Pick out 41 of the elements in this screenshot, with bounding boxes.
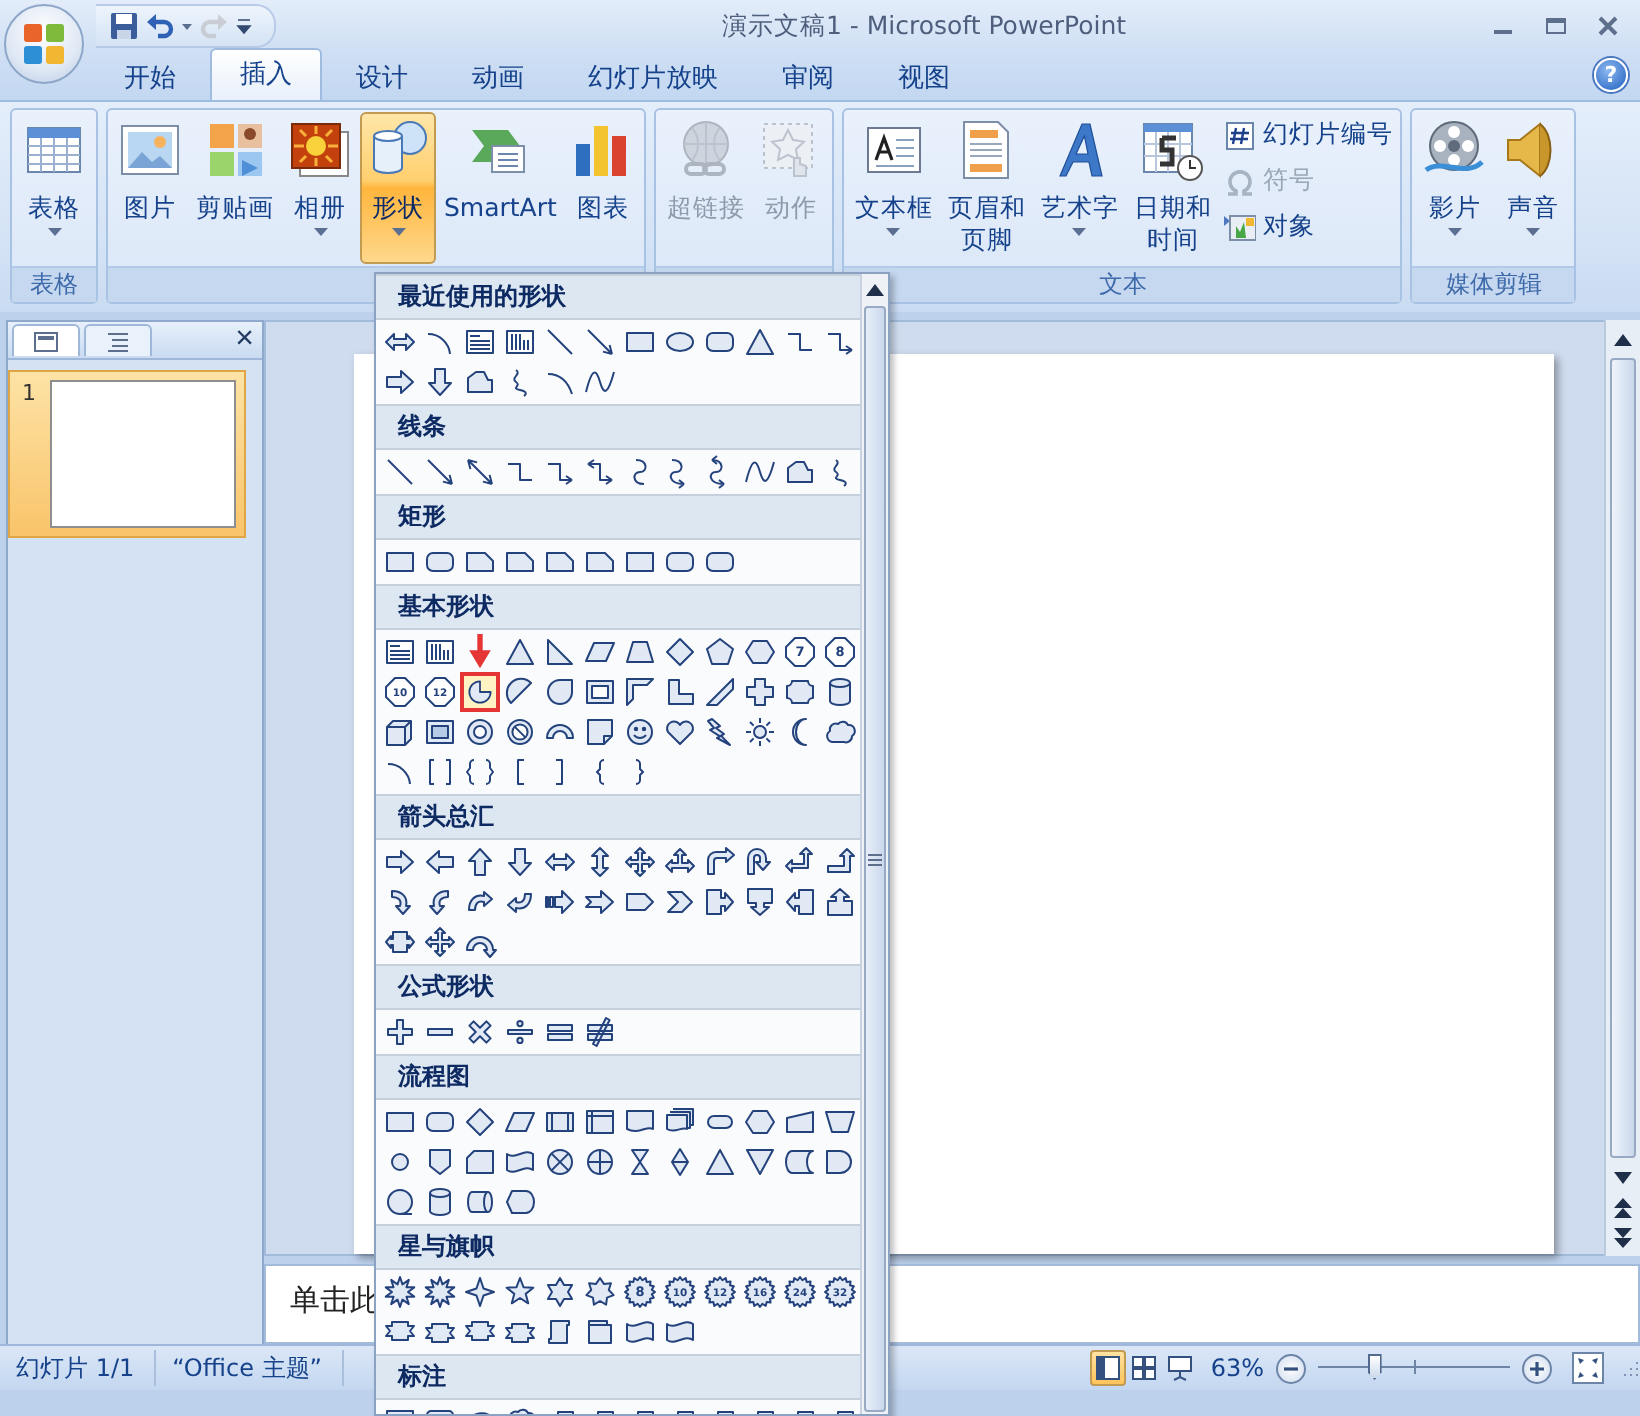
group-label: 表格: [30, 268, 78, 302]
text-box-button[interactable]: 文本框: [848, 112, 939, 264]
section-title: 基本形状: [398, 590, 494, 624]
bar-chart-button[interactable]: 图表: [564, 112, 641, 264]
film-reel-button[interactable]: 影片: [1416, 112, 1493, 264]
zoom-level: 63%: [1210, 1354, 1264, 1382]
section-title: 线条: [398, 410, 446, 444]
section-title: 最近使用的形状: [398, 280, 566, 314]
ribbon-tab[interactable]: 开始: [94, 52, 206, 100]
section-title: 矩形: [398, 500, 446, 534]
ribbon-tab[interactable]: 动画: [442, 52, 554, 100]
picture-button[interactable]: 图片: [112, 112, 188, 264]
shapes-button[interactable]: 形状: [360, 112, 436, 264]
ribbon-tab[interactable]: 设计: [326, 52, 438, 100]
table-button[interactable]: 表格: [16, 112, 92, 264]
object-button[interactable]: 对象: [1220, 208, 1397, 246]
slide-thumbnail[interactable]: 1: [8, 370, 246, 538]
ribbon-tab[interactable]: 插入: [210, 48, 322, 100]
ribbon-tab[interactable]: 审阅: [752, 52, 864, 100]
group-label: 媒体剪辑: [1445, 268, 1542, 302]
section-title: 公式形状: [398, 970, 494, 1004]
section-title: 流程图: [398, 1060, 470, 1094]
theme-name: “Office 主题”: [156, 1350, 344, 1386]
section-title: 箭头总汇: [398, 800, 494, 834]
slide-counter: 幻灯片 1/1: [0, 1350, 157, 1386]
ribbon-tab[interactable]: 视图: [868, 52, 980, 100]
document-button[interactable]: 页眉和页脚: [940, 112, 1033, 264]
diagram-button[interactable]: SmartArt: [438, 112, 563, 264]
slide-number: 1: [22, 380, 38, 410]
clip-art-button[interactable]: 剪贴画: [190, 112, 280, 264]
photo-album-button[interactable]: 相册: [282, 112, 358, 264]
section-title: 标注: [398, 1360, 446, 1394]
ribbon-tab[interactable]: 幻灯片放映: [558, 52, 748, 100]
calendar-clock-button[interactable]: 日期和时间: [1126, 112, 1219, 264]
speaker-button[interactable]: 声音: [1494, 112, 1571, 264]
section-title: 星与旗帜: [398, 1230, 494, 1264]
group-label: 文本: [1098, 268, 1147, 302]
letter-a-button[interactable]: 艺术字: [1034, 112, 1125, 264]
number-sign-button[interactable]: 幻灯片编号: [1220, 116, 1397, 154]
window-title: 演示文稿1 - Microsoft PowerPoint: [719, 9, 1127, 43]
close-panel-button[interactable]: ×: [235, 324, 254, 356]
